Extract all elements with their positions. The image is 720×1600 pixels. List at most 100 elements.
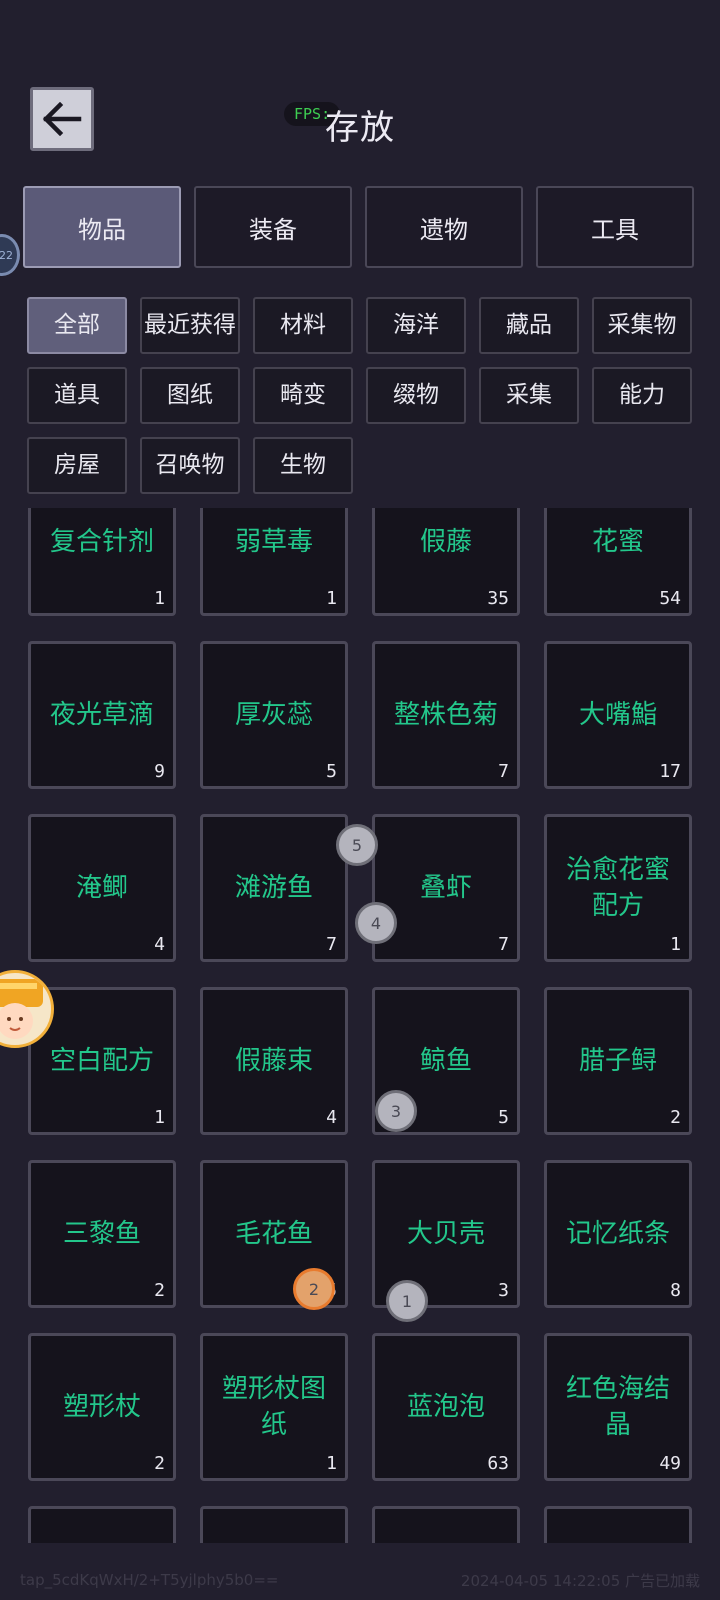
debug-footer: tap_5cdKqWxH/2+T5yjlphy5b0== 2024-04-05 …: [0, 1560, 720, 1600]
item-count: 1: [154, 588, 165, 609]
item-slot[interactable]: 复合针剂 1: [28, 508, 176, 616]
item-name: 大嘴鮨: [578, 700, 657, 730]
item-name: 弱草毒: [234, 527, 313, 557]
item-slot[interactable]: 假藤束 4: [200, 987, 348, 1135]
item-count: 2: [154, 1280, 165, 1301]
item-count: 1: [326, 1453, 337, 1474]
item-name: 塑形杖图纸: [221, 1374, 326, 1440]
item-count: 63: [487, 1453, 509, 1474]
item-count: 17: [659, 761, 681, 782]
item-count: 2: [154, 1453, 165, 1474]
filter-chip[interactable]: 图纸: [140, 367, 240, 424]
item-slot[interactable]: 滩游鱼 7: [200, 814, 348, 962]
item-slot[interactable]: [200, 1506, 348, 1543]
item-name: 大贝壳: [406, 1219, 485, 1249]
item-count: 2: [670, 1107, 681, 1128]
filter-chip[interactable]: 道具: [27, 367, 127, 424]
item-count: 54: [659, 588, 681, 609]
item-name: 记忆纸条: [565, 1219, 670, 1249]
filter-chip[interactable]: 藏品: [479, 297, 579, 354]
filter-chip[interactable]: 海洋: [366, 297, 466, 354]
touch-point-marker: 2: [293, 1268, 335, 1310]
filter-chip[interactable]: 材料: [253, 297, 353, 354]
item-name: 滩游鱼: [234, 873, 313, 903]
item-count: 5: [326, 761, 337, 782]
item-name: 毛花鱼: [234, 1219, 313, 1249]
item-name: 治愈花蜜配方: [565, 855, 670, 921]
item-name: 假藤: [419, 527, 472, 557]
item-count: 1: [670, 934, 681, 955]
item-slot[interactable]: 夜光草滴 9: [28, 641, 176, 789]
item-name: 三黎鱼: [62, 1219, 141, 1249]
item-slot[interactable]: [28, 1506, 176, 1543]
item-slot[interactable]: 大嘴鮨 17: [544, 641, 692, 789]
item-slot[interactable]: 假藤 35: [372, 508, 520, 616]
item-slot[interactable]: 蓝泡泡 63: [372, 1333, 520, 1481]
item-name: 淹鲫: [75, 873, 128, 903]
item-name: 花蜜: [591, 527, 644, 557]
touch-point-marker: 4: [355, 902, 397, 944]
footer-right-text: 2024-04-05 14:22:05 广告已加载: [460, 1571, 700, 1590]
item-slot[interactable]: 淹鲫 4: [28, 814, 176, 962]
touch-point-marker: 1: [386, 1280, 428, 1322]
filter-chip[interactable]: 采集物: [592, 297, 692, 354]
item-slot[interactable]: 记忆纸条 8: [544, 1160, 692, 1308]
item-count: 4: [326, 1107, 337, 1128]
touch-point-marker: 3: [375, 1090, 417, 1132]
item-count: 8: [670, 1280, 681, 1301]
item-name: 复合针剂: [49, 527, 154, 557]
item-slot[interactable]: 三黎鱼 2: [28, 1160, 176, 1308]
item-grid-viewport[interactable]: 复合针剂 1 弱草毒 1 假藤 35 花蜜 54 夜光草滴 9 厚灰蕊 5 整株色菊 7 大嘴鮨 17 淹鲫 4 滩…: [0, 508, 720, 1543]
filter-chip[interactable]: 最近获得: [140, 297, 240, 354]
item-slot[interactable]: 花蜜 54: [544, 508, 692, 616]
item-grid: 复合针剂 1 弱草毒 1 假藤 35 花蜜 54 夜光草滴 9 厚灰蕊 5 整株色菊 7 大嘴鮨 17 淹鲫 4 滩…: [28, 508, 692, 1543]
item-count: 7: [498, 761, 509, 782]
tab-equipment[interactable]: 装备: [194, 186, 352, 268]
item-name: 整株色菊: [393, 700, 498, 730]
item-slot[interactable]: 整株色菊 7: [372, 641, 520, 789]
item-name: 夜光草滴: [49, 700, 154, 730]
item-slot[interactable]: 红色海结晶 49: [544, 1333, 692, 1481]
item-slot[interactable]: 叠虾 7: [372, 814, 520, 962]
item-count: 35: [487, 588, 509, 609]
tab-tools[interactable]: 工具: [536, 186, 694, 268]
item-name: 叠虾: [419, 873, 472, 903]
filter-chip[interactable]: 召唤物: [140, 437, 240, 494]
tab-relics[interactable]: 遗物: [365, 186, 523, 268]
item-name: 塑形杖: [62, 1392, 141, 1422]
item-slot[interactable]: [544, 1506, 692, 1543]
item-slot[interactable]: 腊子鲟 2: [544, 987, 692, 1135]
filter-chip[interactable]: 缀物: [366, 367, 466, 424]
item-count: 1: [326, 588, 337, 609]
item-count: 5: [498, 1107, 509, 1128]
item-count: 7: [326, 934, 337, 955]
item-slot[interactable]: 厚灰蕊 5: [200, 641, 348, 789]
item-name: 鲸鱼: [419, 1046, 472, 1076]
page-title: 存放: [325, 108, 395, 148]
filter-chip[interactable]: 畸变: [253, 367, 353, 424]
tab-items[interactable]: 物品: [23, 186, 181, 268]
item-count: 9: [154, 761, 165, 782]
item-slot[interactable]: [372, 1506, 520, 1543]
item-slot[interactable]: 治愈花蜜配方 1: [544, 814, 692, 962]
filter-chip[interactable]: 能力: [592, 367, 692, 424]
item-count: 4: [154, 934, 165, 955]
item-slot[interactable]: 塑形杖 2: [28, 1333, 176, 1481]
item-count: 49: [659, 1453, 681, 1474]
filter-chip[interactable]: 房屋: [27, 437, 127, 494]
touch-point-marker: 5: [336, 824, 378, 866]
item-count: 1: [154, 1107, 165, 1128]
side-floating-badge[interactable]: 22: [0, 234, 20, 276]
item-slot[interactable]: 弱草毒 1: [200, 508, 348, 616]
avatar-character-icon: [0, 979, 43, 1039]
item-slot[interactable]: 塑形杖图纸 1: [200, 1333, 348, 1481]
item-name: 假藤束: [234, 1046, 313, 1076]
item-name: 蓝泡泡: [406, 1392, 485, 1422]
filter-chip[interactable]: 生物: [253, 437, 353, 494]
item-count: 7: [498, 934, 509, 955]
filter-chip[interactable]: 采集: [479, 367, 579, 424]
filter-chips: 全部 最近获得 材料 海洋 藏品 采集物 道具 图纸 畸变 缀物 采集 能力 房…: [27, 297, 707, 507]
category-tabs: 物品 装备 遗物 工具: [23, 186, 694, 268]
filter-chip[interactable]: 全部: [27, 297, 127, 354]
item-name: 腊子鲟: [578, 1046, 657, 1076]
